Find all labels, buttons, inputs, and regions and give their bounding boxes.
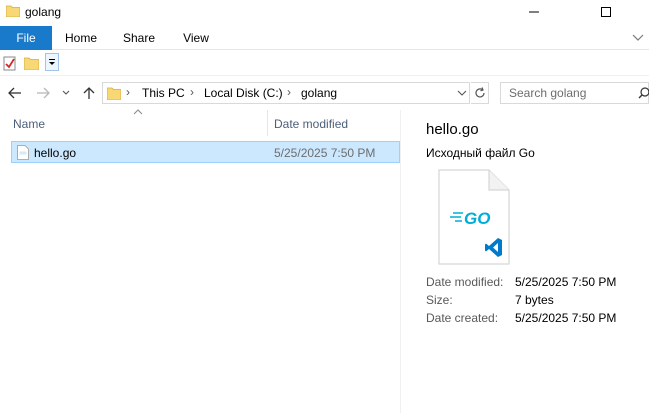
tab-view[interactable]: View bbox=[168, 26, 224, 50]
breadcrumb-this-pc[interactable]: This PC bbox=[142, 86, 185, 100]
column-header-date-modified[interactable]: Date modified bbox=[274, 117, 348, 131]
breadcrumb-golang[interactable]: golang bbox=[301, 86, 337, 100]
tab-file[interactable]: File bbox=[0, 26, 52, 50]
tab-home[interactable]: Home bbox=[52, 26, 110, 50]
detail-label-date-modified: Date modified: bbox=[426, 275, 504, 289]
refresh-icon bbox=[474, 87, 485, 98]
breadcrumb-local-disk[interactable]: Local Disk (C:) bbox=[204, 86, 283, 100]
column-divider[interactable] bbox=[267, 110, 268, 136]
dropdown-arrow-icon bbox=[49, 59, 55, 65]
column-header-name[interactable]: Name bbox=[13, 117, 45, 131]
detail-value-date-created: 5/25/2025 7:50 PM bbox=[515, 311, 617, 325]
folder-icon bbox=[107, 87, 121, 100]
customize-toolbar-button[interactable] bbox=[45, 53, 59, 71]
chevron-down-icon[interactable] bbox=[631, 30, 645, 44]
tab-share[interactable]: Share bbox=[110, 26, 168, 50]
up-button[interactable] bbox=[79, 82, 99, 104]
detail-label-size: Size: bbox=[426, 293, 453, 307]
maximize-button[interactable] bbox=[583, 0, 629, 24]
go-file-icon bbox=[17, 145, 29, 160]
preview-pane: hello.go Исходный файл Go GO Date modifi… bbox=[400, 110, 649, 413]
search-input[interactable]: Search golang bbox=[500, 82, 649, 104]
back-arrow-icon bbox=[8, 87, 21, 99]
new-folder-icon[interactable] bbox=[24, 56, 39, 70]
go-logo-text: GO bbox=[464, 209, 490, 228]
search-icon bbox=[638, 87, 649, 99]
detail-value-size: 7 bytes bbox=[515, 293, 554, 307]
minimize-icon bbox=[529, 11, 539, 13]
minimize-button[interactable] bbox=[511, 0, 557, 24]
search-placeholder: Search golang bbox=[509, 86, 587, 100]
chevron-down-icon bbox=[62, 90, 70, 95]
address-bar[interactable]: › This PC › Local Disk (C:) › golang bbox=[102, 82, 470, 104]
breadcrumb-separator-icon[interactable]: › bbox=[287, 85, 291, 99]
maximize-icon bbox=[601, 7, 611, 17]
sort-ascending-icon bbox=[133, 109, 143, 115]
detail-value-date-modified: 5/25/2025 7:50 PM bbox=[515, 275, 617, 289]
forward-button[interactable] bbox=[33, 82, 53, 104]
refresh-button[interactable] bbox=[471, 82, 489, 104]
title-bar: golang bbox=[0, 0, 649, 26]
table-row[interactable]: hello.go 5/25/2025 7:50 PM bbox=[11, 141, 400, 163]
properties-icon[interactable] bbox=[3, 55, 17, 71]
forward-arrow-icon bbox=[37, 87, 50, 99]
ribbon: File Home Share View bbox=[0, 26, 649, 50]
chevron-down-icon[interactable] bbox=[457, 90, 467, 97]
go-file-large-icon: GO bbox=[438, 169, 510, 265]
breadcrumb-separator-icon[interactable]: › bbox=[126, 85, 130, 99]
quick-access-toolbar bbox=[0, 50, 649, 76]
recent-locations-button[interactable] bbox=[59, 82, 73, 104]
preview-file-name: hello.go bbox=[426, 121, 479, 138]
back-button[interactable] bbox=[5, 82, 25, 104]
file-name: hello.go bbox=[34, 146, 77, 160]
detail-label-date-created: Date created: bbox=[426, 311, 499, 325]
up-arrow-icon bbox=[83, 87, 95, 99]
window-title: golang bbox=[25, 5, 62, 19]
breadcrumb-separator-icon[interactable]: › bbox=[190, 85, 194, 99]
folder-icon bbox=[6, 5, 20, 17]
preview-file-type: Исходный файл Go bbox=[426, 146, 535, 160]
file-date-modified: 5/25/2025 7:50 PM bbox=[274, 146, 376, 160]
file-list: Name Date modified hello.go 5/25/2025 7:… bbox=[0, 109, 400, 413]
